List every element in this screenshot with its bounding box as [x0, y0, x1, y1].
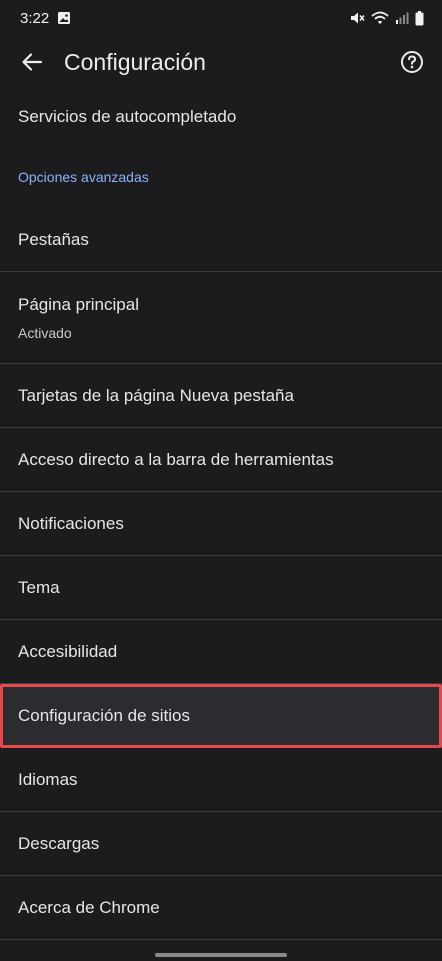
list-item-notifications[interactable]: Notificaciones	[0, 492, 442, 556]
list-item-label: Notificaciones	[18, 513, 124, 533]
list-item-languages[interactable]: Idiomas	[0, 748, 442, 812]
status-right	[349, 10, 424, 26]
status-left: 3:22	[20, 10, 71, 27]
settings-list: Servicios de autocompletado Opciones ava…	[0, 88, 442, 940]
wifi-icon	[371, 11, 389, 25]
list-item-theme[interactable]: Tema	[0, 556, 442, 620]
app-bar: Configuración	[0, 36, 442, 88]
back-button[interactable]	[16, 46, 48, 78]
list-item-tabs[interactable]: Pestañas	[0, 208, 442, 272]
list-item-label: Página principal	[18, 294, 139, 314]
list-item-new-tab-cards[interactable]: Tarjetas de la página Nueva pestaña	[0, 364, 442, 428]
image-icon	[57, 11, 71, 25]
list-item-homepage[interactable]: Página principal Activado	[0, 272, 442, 364]
list-item-label: Servicios de autocompletado	[18, 107, 237, 126]
list-item-status: Activado	[18, 324, 72, 341]
list-item-downloads[interactable]: Descargas	[0, 812, 442, 876]
status-bar: 3:22	[0, 0, 442, 36]
list-item-site-settings[interactable]: Configuración de sitios	[0, 684, 442, 748]
gesture-nav-handle[interactable]	[155, 953, 287, 957]
signal-icon	[395, 11, 409, 25]
list-item-label: Tema	[18, 577, 60, 597]
arrow-back-icon	[22, 53, 43, 71]
list-item-label: Descargas	[18, 833, 100, 853]
list-item-label: Acceso directo a la barra de herramienta…	[18, 449, 334, 469]
battery-icon	[415, 10, 424, 26]
list-item-label: Pestañas	[18, 229, 89, 249]
list-item-autocomplete[interactable]: Servicios de autocompletado	[0, 88, 442, 146]
list-item-accessibility[interactable]: Accesibilidad	[0, 620, 442, 684]
page-title: Configuración	[64, 48, 206, 75]
list-item-toolbar-shortcut[interactable]: Acceso directo a la barra de herramienta…	[0, 428, 442, 492]
list-item-label: Configuración de sitios	[18, 706, 190, 725]
help-icon	[401, 51, 423, 73]
help-button[interactable]	[396, 46, 428, 78]
list-item-label: Idiomas	[18, 769, 78, 789]
settings-screen: 3:22 Configuración Servicios de autocomp…	[0, 0, 442, 961]
list-item-about-chrome[interactable]: Acerca de Chrome	[0, 876, 442, 940]
status-time: 3:22	[20, 9, 50, 27]
section-header-advanced: Opciones avanzadas	[18, 169, 149, 185]
list-item-label: Acerca de Chrome	[18, 897, 160, 917]
list-item-label: Tarjetas de la página Nueva pestaña	[18, 385, 294, 405]
mute-icon	[349, 11, 365, 25]
list-item-label: Accesibilidad	[18, 641, 118, 661]
